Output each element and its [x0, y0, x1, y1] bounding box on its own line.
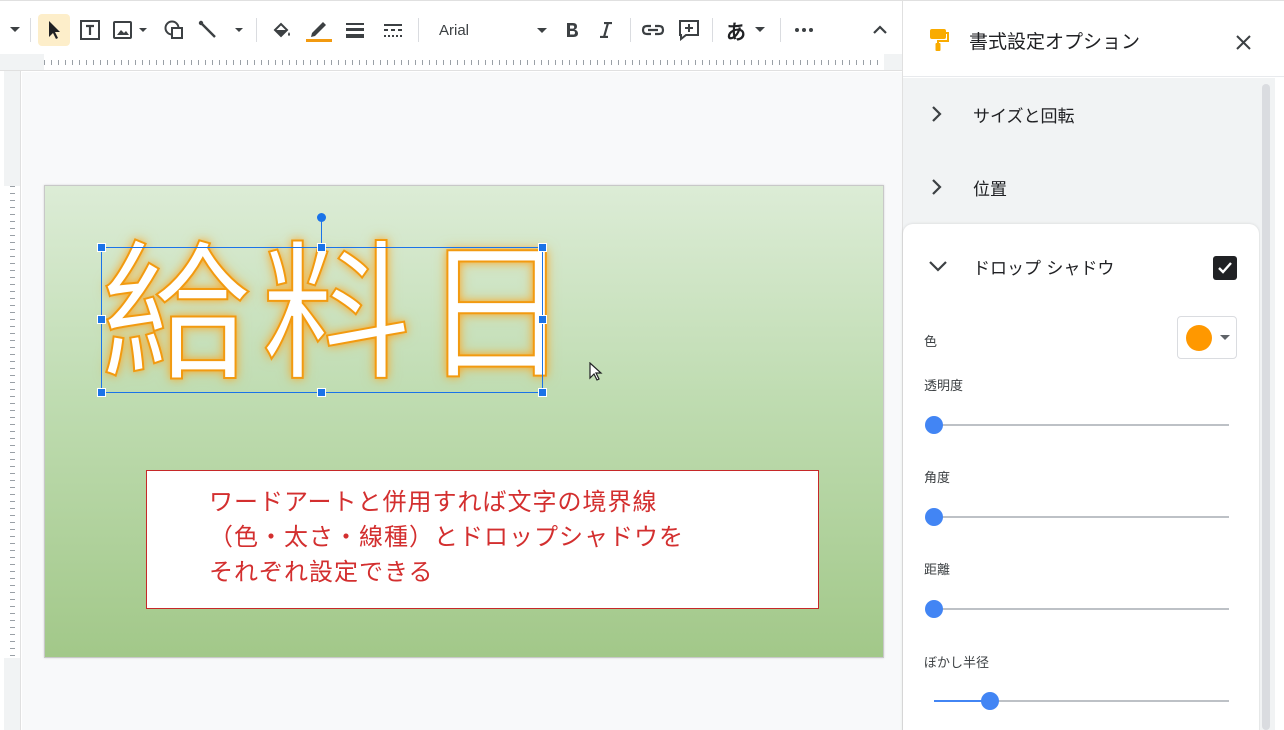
section-drop-shadow[interactable]: ドロップ シャドウ	[903, 230, 1259, 302]
select-cursor-icon[interactable]	[38, 14, 70, 46]
angle-label: 角度	[924, 471, 951, 486]
app-window: Arial あ 給料日 ワードアートと併用すれば文字の境界線 （色・太さ・線種）…	[0, 0, 1284, 730]
border-weight-icon[interactable]	[340, 14, 370, 46]
slide[interactable]: 給料日 ワードアートと併用すれば文字の境界線 （色・太さ・線種）とドロップシャド…	[44, 185, 884, 658]
resize-handle-right[interactable]	[538, 315, 547, 324]
transparency-label: 透明度	[924, 379, 964, 394]
line-icon[interactable]	[196, 14, 248, 46]
drop-shadow-card: ドロップ シャドウ 色 透明度 角度 距離 ぼかし半径	[903, 224, 1259, 730]
note-line: ワードアートと併用すれば文字の境界線	[209, 488, 658, 516]
chevron-down-icon	[537, 28, 547, 33]
toolbar: Arial あ	[0, 0, 902, 58]
chevron-right-icon	[932, 106, 942, 122]
shadow-color-swatch	[1186, 325, 1212, 351]
close-icon[interactable]	[1236, 35, 1251, 50]
shadow-color-button[interactable]	[1177, 316, 1237, 359]
panel-title: 書式設定オプション	[969, 31, 1141, 53]
font-name: Arial	[439, 21, 470, 39]
border-color-icon[interactable]	[302, 14, 336, 46]
resize-handle-left[interactable]	[97, 315, 106, 324]
scrollbar-thumb[interactable]	[1262, 84, 1270, 730]
section-label: 位置	[973, 179, 1007, 200]
italic-icon[interactable]	[592, 14, 620, 46]
font-select[interactable]: Arial	[430, 14, 552, 46]
toolbar-divider	[418, 18, 419, 42]
section-label: ドロップ シャドウ	[973, 258, 1115, 279]
toolbar-divider	[630, 18, 631, 42]
bold-icon[interactable]	[558, 14, 586, 46]
slider-thumb[interactable]	[981, 692, 1000, 710]
toolbar-divider	[256, 18, 257, 42]
vertical-ruler[interactable]	[4, 186, 21, 658]
resize-handle-bottom-right[interactable]	[538, 388, 547, 397]
image-icon[interactable]	[110, 14, 152, 46]
selection-box	[101, 247, 543, 393]
note-textbox[interactable]: ワードアートと併用すれば文字の境界線 （色・太さ・線種）とドロップシャドウを そ…	[146, 470, 819, 609]
transparency-slider[interactable]	[925, 416, 1229, 434]
note-line: それぞれ設定できる	[209, 558, 434, 586]
rotate-handle[interactable]	[317, 213, 326, 222]
slider-thumb[interactable]	[925, 508, 943, 526]
drop-shadow-checkbox[interactable]	[1213, 256, 1237, 280]
toolbar-divider	[780, 18, 781, 42]
format-options-panel: 書式設定オプション サイズと回転 位置 ドロップ シャドウ 色 透明度 角度 距…	[902, 0, 1284, 730]
resize-handle-top-right[interactable]	[538, 243, 547, 252]
slider-thumb[interactable]	[925, 600, 943, 618]
slider-thumb[interactable]	[925, 416, 943, 434]
chevron-right-icon	[932, 179, 942, 195]
link-icon[interactable]	[638, 14, 668, 46]
resize-handle-bottom-left[interactable]	[97, 388, 106, 397]
blur-radius-label: ぼかし半径	[924, 656, 990, 671]
input-tools-button[interactable]: あ	[720, 14, 772, 46]
resize-handle-top[interactable]	[317, 243, 326, 252]
panel-body: サイズと回転 位置 ドロップ シャドウ 色 透明度 角度 距離 ぼかし半径	[903, 78, 1275, 730]
panel-scrollbar[interactable]	[1260, 78, 1272, 730]
blur-radius-slider[interactable]	[934, 692, 1229, 710]
input-tools-label: あ	[726, 19, 746, 44]
panel-header: 書式設定オプション	[903, 1, 1284, 77]
section-position[interactable]: 位置	[903, 151, 1259, 223]
comment-icon[interactable]	[674, 14, 704, 46]
resize-handle-top-left[interactable]	[97, 243, 106, 252]
fill-color-icon[interactable]	[266, 14, 296, 46]
toolbar-divider	[712, 18, 713, 42]
dropdown-icon[interactable]	[4, 14, 26, 46]
note-text: ワードアートと併用すれば文字の境界線 （色・太さ・線種）とドロップシャドウを そ…	[209, 485, 684, 590]
distance-slider[interactable]	[925, 600, 1229, 618]
check-icon	[1218, 262, 1232, 274]
resize-handle-bottom[interactable]	[317, 388, 326, 397]
section-label: サイズと回転	[973, 106, 1075, 127]
chevron-down-icon	[929, 261, 947, 272]
collapse-icon[interactable]	[864, 14, 896, 46]
toolbar-divider	[30, 18, 31, 42]
shape-icon[interactable]	[158, 14, 190, 46]
note-line: （色・太さ・線種）とドロップシャドウを	[209, 523, 684, 551]
angle-slider[interactable]	[925, 508, 1229, 526]
textbox-icon[interactable]	[74, 14, 106, 46]
chevron-down-icon	[1220, 335, 1230, 340]
section-size-rotation[interactable]: サイズと回転	[903, 78, 1259, 150]
chevron-down-icon	[755, 27, 765, 32]
paint-format-icon	[930, 29, 949, 51]
color-label: 色	[924, 335, 938, 350]
horizontal-ruler[interactable]	[44, 54, 884, 71]
distance-label: 距離	[924, 563, 951, 578]
mouse-pointer-icon	[589, 362, 603, 381]
border-dash-icon[interactable]	[378, 14, 408, 46]
more-icon[interactable]	[788, 14, 820, 46]
